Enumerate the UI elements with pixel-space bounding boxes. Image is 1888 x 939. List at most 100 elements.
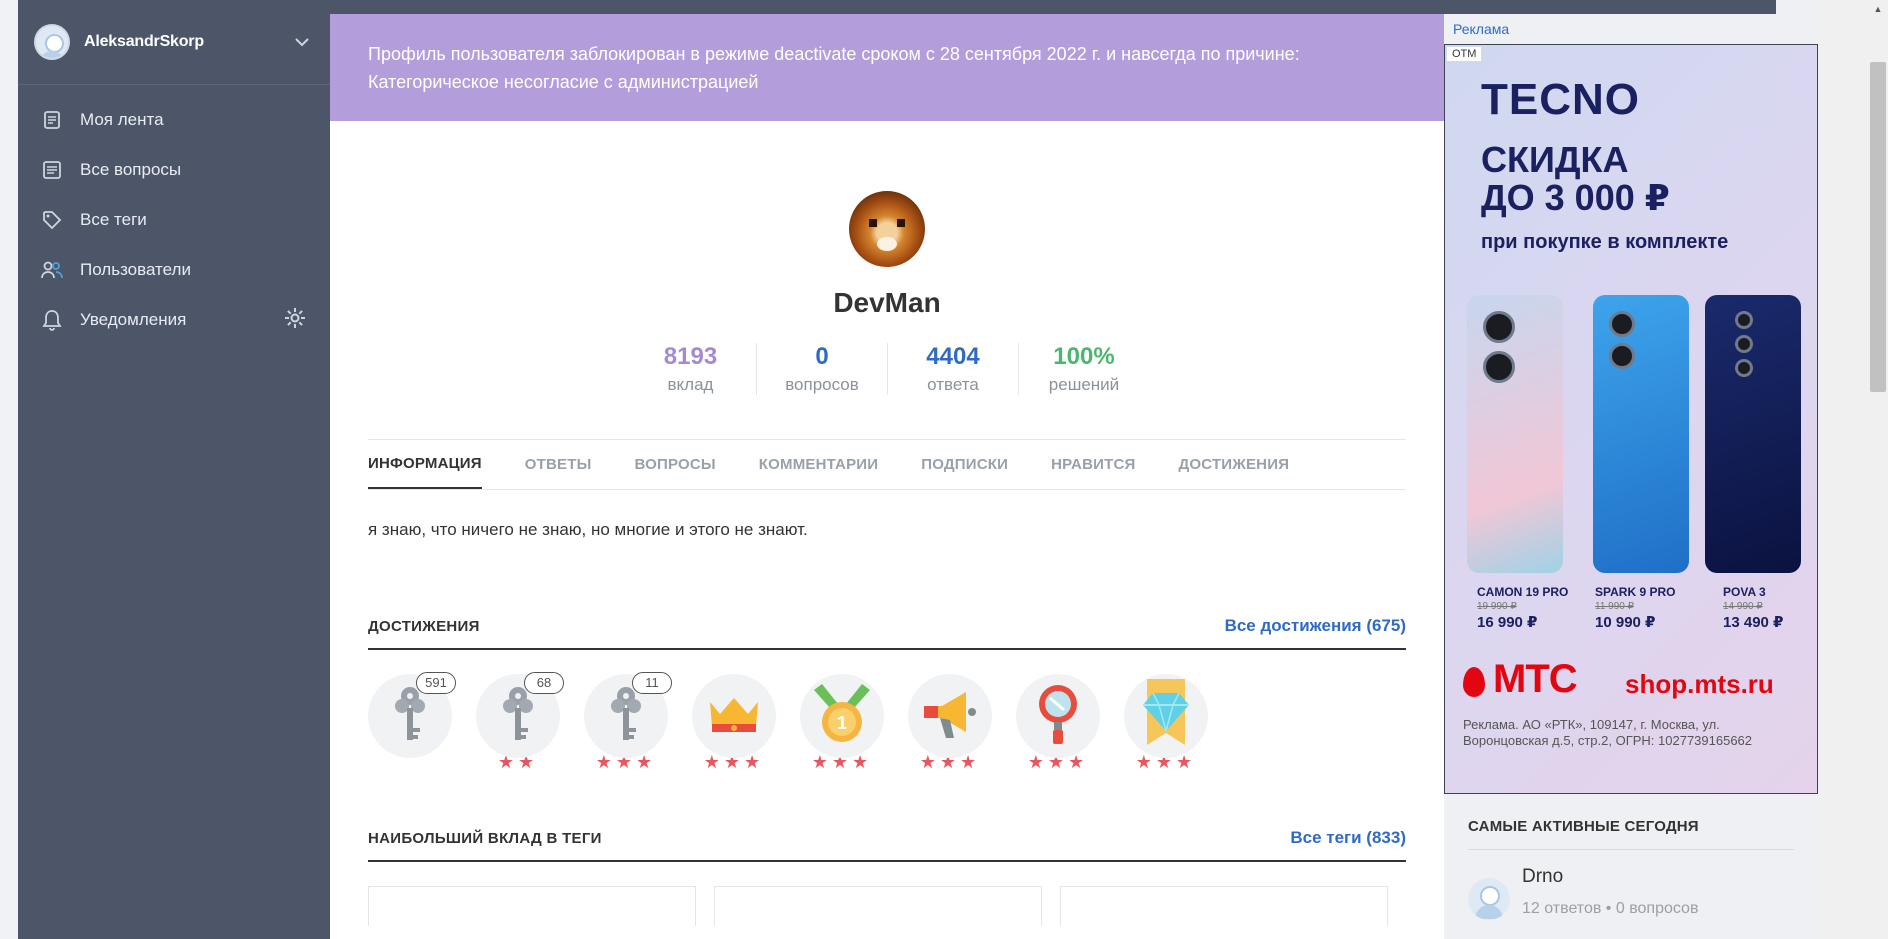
- sidebar-item-label: Уведомления: [80, 310, 187, 329]
- active-user-item[interactable]: Drno 12 ответов • 0 вопросов: [1468, 850, 1794, 920]
- mts-logo-icon: [1463, 667, 1485, 697]
- ad-label[interactable]: Реклама: [1444, 14, 1818, 44]
- megaphone-icon: [920, 686, 980, 747]
- sidebar-nav: Моя лента Все вопросы Все теги Пользоват…: [18, 85, 330, 345]
- tab-comments[interactable]: КОММЕНТАРИИ: [759, 440, 878, 489]
- gear-icon[interactable]: [284, 307, 306, 334]
- achievements-title: ДОСТИЖЕНИЯ: [368, 617, 480, 635]
- stat-value: 0: [815, 343, 829, 370]
- sidebar-item-label: Все вопросы: [80, 160, 182, 179]
- user-avatar: [34, 24, 70, 60]
- active-user-name[interactable]: Drno: [1522, 866, 1698, 888]
- ad-banner[interactable]: OTM TECNO СКИДКА ДО 3 000 ₽ при покупке …: [1444, 44, 1818, 794]
- most-active-widget: САМЫЕ АКТИВНЫЕ СЕГОДНЯ Drno 12 ответов •…: [1444, 804, 1818, 920]
- profile-stats: 8193 вклад 0 вопросов 4404 ответа 100% р…: [330, 343, 1444, 395]
- tags-section-title: НАИБОЛЬШИЙ ВКЛАД В ТЕГИ: [368, 829, 602, 847]
- ad-old-price: 14 990 ₽: [1723, 601, 1763, 612]
- achievement-item[interactable]: 11 ★★★: [584, 672, 672, 776]
- sidebar-item-label: Все теги: [80, 210, 147, 229]
- ad-headline: СКИДКА ДО 3 000 ₽: [1481, 141, 1670, 217]
- sidebar-item-label: Пользователи: [80, 260, 191, 279]
- tab-information[interactable]: ИНФОРМАЦИЯ: [368, 440, 482, 489]
- svg-text:1: 1: [837, 713, 847, 733]
- stat-label: ответа: [927, 375, 979, 394]
- tab-questions[interactable]: ВОПРОСЫ: [634, 440, 715, 489]
- stat-label: решений: [1048, 375, 1120, 394]
- scroll-up-arrow-icon[interactable]: ▲: [1868, 0, 1888, 18]
- top-bar: [330, 0, 1776, 14]
- username: AleksandrSkorp: [84, 33, 204, 50]
- tab-likes[interactable]: НРАВИТСЯ: [1051, 440, 1135, 489]
- ad-model: POVA 3: [1723, 585, 1766, 599]
- ad-price: 13 490 ₽: [1723, 614, 1784, 631]
- tag-card[interactable]: [714, 886, 1042, 926]
- ad-subheadline: при покупке в комплекте: [1481, 231, 1729, 253]
- ad-site: shop.mts.ru: [1625, 669, 1774, 699]
- phone-image: [1467, 295, 1563, 573]
- achievement-item[interactable]: ★★★: [1124, 674, 1208, 776]
- sidebar-item-label: Моя лента: [80, 110, 164, 129]
- tag-card[interactable]: [1060, 886, 1388, 926]
- profile-content: ИНФОРМАЦИЯ ОТВЕТЫ ВОПРОСЫ КОММЕНТАРИИ ПО…: [330, 439, 1444, 926]
- chevron-down-icon[interactable]: [290, 30, 314, 54]
- ad-otm-tag: OTM: [1447, 47, 1482, 61]
- left-gutter: [0, 0, 18, 939]
- tag-card[interactable]: [368, 886, 696, 926]
- tag-cards: [368, 886, 1406, 926]
- sidebar-item-users[interactable]: Пользователи: [18, 245, 330, 295]
- diamond-icon: [1139, 678, 1193, 754]
- sidebar-item-questions[interactable]: Все вопросы: [18, 145, 330, 195]
- achievement-item[interactable]: ★★★: [908, 674, 992, 776]
- profile-header: DevMan 8193 вклад 0 вопросов 4404 ответа…: [330, 121, 1444, 395]
- achievement-item[interactable]: 68 ★★: [476, 672, 564, 776]
- users-icon: [41, 259, 63, 281]
- avatar: [1468, 878, 1510, 920]
- active-user-meta: 12 ответов • 0 вопросов: [1522, 900, 1699, 917]
- tags-header: НАИБОЛЬШИЙ ВКЛАД В ТЕГИ Все теги (833): [368, 816, 1406, 862]
- all-tags-link[interactable]: Все теги (833): [1290, 828, 1406, 848]
- stat-value: 100%: [1053, 343, 1115, 370]
- crown-icon: [706, 692, 762, 741]
- about-text: я знаю, что ничего не знаю, но многие и …: [368, 520, 808, 539]
- achievement-item[interactable]: 1 ★★★: [800, 674, 884, 776]
- sidebar-item-notifications[interactable]: Уведомления: [18, 295, 330, 345]
- stat-value: 4404: [926, 343, 980, 370]
- key-icon: [501, 684, 535, 749]
- bell-icon: [41, 309, 63, 331]
- tab-answers[interactable]: ОТВЕТЫ: [525, 440, 592, 489]
- stat-label: вопросов: [785, 375, 859, 394]
- ad-legal-text: Реклама. АО «РТК», 109147, г. Москва, ул…: [1463, 717, 1753, 748]
- ad-price: 16 990 ₽: [1477, 614, 1538, 631]
- ad-old-price: 11 990 ₽: [1595, 601, 1634, 612]
- stat-questions[interactable]: 0 вопросов: [756, 343, 887, 395]
- sidebar-item-feed[interactable]: Моя лента: [18, 95, 330, 145]
- achievement-item[interactable]: ★★★: [692, 674, 776, 776]
- medal-icon: 1: [810, 682, 874, 751]
- achievement-item[interactable]: ★★★: [1016, 674, 1100, 776]
- phone-image: [1593, 295, 1689, 573]
- key-icon: [609, 684, 643, 749]
- ad-model: CAMON 19 PRO: [1477, 585, 1569, 599]
- magnifier-icon: [1033, 682, 1083, 751]
- main-content: Профиль пользователя заблокирован в режи…: [330, 14, 1444, 939]
- user-menu[interactable]: AleksandrSkorp: [18, 0, 330, 85]
- banner-text-line2: Категорическое несогласие с администраци…: [368, 72, 759, 92]
- profile-name: DevMan: [833, 287, 941, 318]
- ad-brand: TECNO: [1481, 75, 1640, 124]
- profile-tabs: ИНФОРМАЦИЯ ОТВЕТЫ ВОПРОСЫ КОММЕНТАРИИ ПО…: [368, 439, 1406, 490]
- scrollbar-thumb[interactable]: [1870, 62, 1886, 392]
- stat-answers[interactable]: 4404 ответа: [887, 343, 1018, 395]
- sidebar-item-tags[interactable]: Все теги: [18, 195, 330, 245]
- phone-image: [1705, 295, 1801, 573]
- sidebar: AleksandrSkorp Моя лента Все вопросы Все…: [18, 0, 330, 939]
- block-notice-banner: Профиль пользователя заблокирован в режи…: [330, 14, 1444, 121]
- right-column: Реклама OTM TECNO СКИДКА ДО 3 000 ₽ при …: [1444, 14, 1818, 939]
- stat-value: 8193: [663, 343, 718, 370]
- stat-contribution[interactable]: 8193 вклад: [625, 343, 756, 395]
- tab-subscriptions[interactable]: ПОДПИСКИ: [921, 440, 1008, 489]
- stat-label: вклад: [667, 375, 714, 394]
- stat-solutions[interactable]: 100% решений: [1018, 343, 1149, 395]
- all-achievements-link[interactable]: Все достижения (675): [1225, 616, 1406, 636]
- tab-achievements[interactable]: ДОСТИЖЕНИЯ: [1178, 440, 1289, 489]
- achievement-item[interactable]: 591: [368, 672, 456, 776]
